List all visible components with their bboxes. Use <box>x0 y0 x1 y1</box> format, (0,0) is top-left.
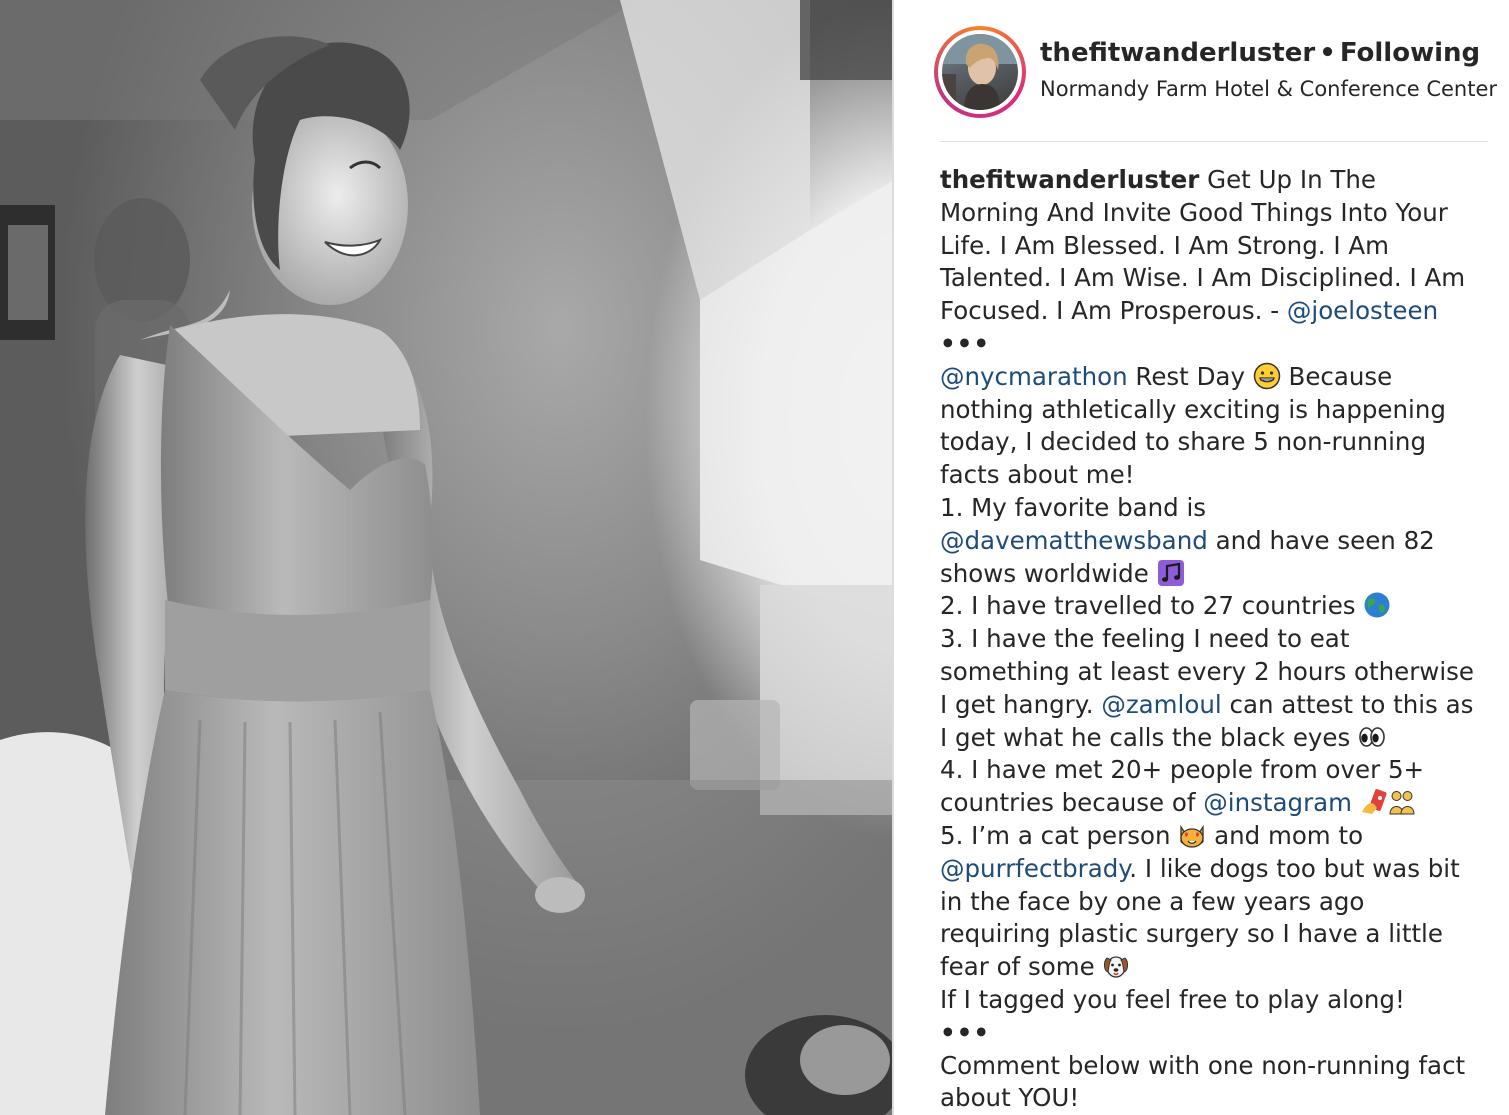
instagram-post: thefitwanderluster • Following Normandy Fa… <box>0 0 1509 1115</box>
caption-dots-2: ••• <box>940 1017 990 1047</box>
caption-intro: thefitwanderluster Get Up In The Morning… <box>940 164 1480 328</box>
caption-dots: ••• <box>940 328 990 358</box>
fact-2-text: 2. I have travelled to 27 countries <box>940 591 1364 621</box>
caption-fact-5: 5. I’m a cat person and mom to @purrfect… <box>940 820 1480 984</box>
caption-tagged: If I tagged you feel free to play along! <box>940 984 1405 1014</box>
avatar-image <box>942 34 1018 110</box>
grinning-face-icon <box>1253 362 1281 390</box>
caption-rest-day: @nycmarathon Rest Day Because nothing at… <box>940 361 1480 492</box>
photo-illustration <box>0 0 894 1115</box>
mention-nycmarathon[interactable]: @nycmarathon <box>940 362 1128 391</box>
avatar-story-ring[interactable] <box>934 26 1026 118</box>
post-side-panel: thefitwanderluster • Following Normandy Fa… <box>894 0 1509 1115</box>
rest-day-text: Rest Day <box>1127 361 1253 391</box>
caption-fact-4: 4. I have met 20+ people from over 5+ co… <box>940 754 1480 820</box>
header-title: thefitwanderluster • Following <box>1040 38 1480 68</box>
post-caption: thefitwanderluster Get Up In The Morning… <box>940 164 1480 1115</box>
post-photo[interactable] <box>0 0 894 1115</box>
header-divider <box>940 141 1488 142</box>
caption-username[interactable]: thefitwanderluster <box>940 165 1199 194</box>
caption-fact-3: 3. I have the feeling I need to eat some… <box>940 623 1480 754</box>
mention-zamloul[interactable]: @zamloul <box>1101 690 1221 719</box>
fact-4-text: 4. I have met 20+ people from over 5+ co… <box>940 755 1425 818</box>
location-link[interactable]: Normandy Farm Hotel & Conference Center <box>1040 77 1497 101</box>
musical-notes-icon <box>1157 559 1185 587</box>
eyes-icon <box>1358 723 1386 751</box>
caption-fact-1: 1. My favorite band is @davematthewsband… <box>940 492 1480 590</box>
dog-face-icon <box>1102 952 1130 980</box>
selfie-icon <box>1360 788 1388 816</box>
caption-fact-2: 2. I have travelled to 27 countries <box>940 590 1480 623</box>
header-separator: • <box>1319 38 1336 68</box>
globe-icon <box>1363 591 1391 619</box>
mention-instagram[interactable]: @instagram <box>1203 788 1352 817</box>
people-icon <box>1388 788 1416 816</box>
avatar[interactable] <box>942 34 1018 110</box>
fact-5-middle: and mom to <box>1206 820 1364 850</box>
mention-purrfectbrady[interactable]: @purrfectbrady <box>940 854 1129 883</box>
following-button[interactable]: Following <box>1340 38 1480 68</box>
mention-davematthewsband[interactable]: @davematthewsband <box>940 526 1208 555</box>
caption-closing: Comment below with one non-running fact … <box>940 1050 1466 1113</box>
avatar-frame <box>938 30 1022 114</box>
fact-1-text: 1. My favorite band is <box>940 492 1207 522</box>
header-username[interactable]: thefitwanderluster <box>1040 38 1315 68</box>
post-header: thefitwanderluster • Following Normandy Fa… <box>894 0 1509 142</box>
mention-joelosteen[interactable]: @joelosteen <box>1287 296 1438 325</box>
heart-eyes-cat-icon <box>1178 821 1206 849</box>
fact-5-text: 5. I’m a cat person <box>940 820 1179 850</box>
